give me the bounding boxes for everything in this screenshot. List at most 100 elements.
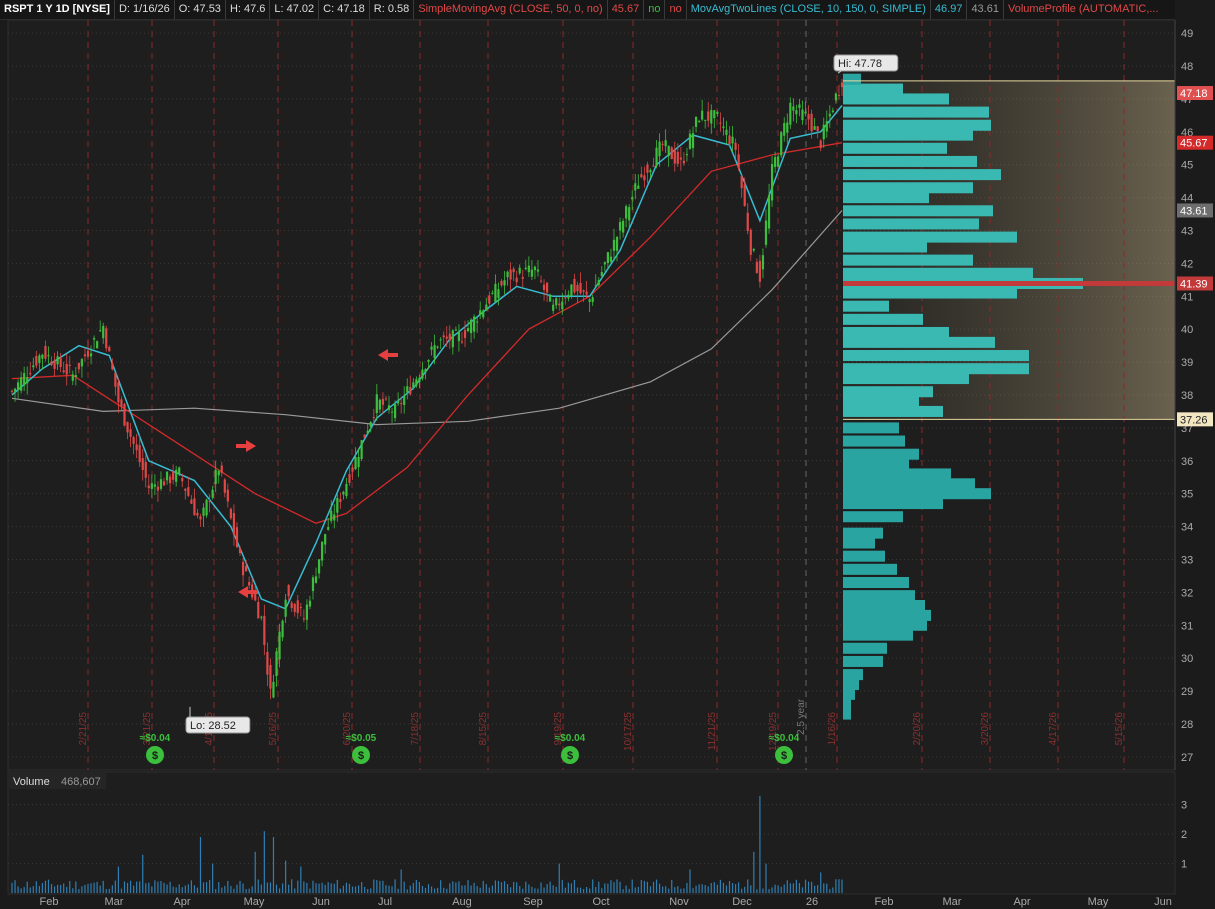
profile-bar <box>843 142 947 154</box>
profile-bar <box>843 155 977 167</box>
price-tick-label: 42 <box>1181 258 1193 270</box>
candle-body <box>293 603 296 612</box>
candle-body <box>734 142 737 150</box>
candle-body <box>378 399 381 410</box>
price-tick-label: 34 <box>1181 522 1193 534</box>
candle-body <box>545 282 549 293</box>
candle-body <box>588 299 591 302</box>
profile-bar <box>843 363 1029 375</box>
candle-body <box>86 350 90 357</box>
candle-body <box>649 170 652 173</box>
date-marker-label: 11/21/25 <box>707 712 718 751</box>
candle-body <box>704 119 707 121</box>
candle-body <box>71 374 74 381</box>
month-label: Dec <box>732 896 752 908</box>
profile-bar <box>843 600 925 612</box>
candle-body <box>828 113 831 117</box>
candle-body <box>691 133 695 149</box>
profile-bar <box>843 488 991 500</box>
price-tag-label: 43.61 <box>1180 205 1208 217</box>
profile-bar <box>843 590 915 602</box>
high-callout: Hi: 47.78 <box>838 58 882 70</box>
date-marker-label: 5/15/26 <box>1114 712 1125 746</box>
profile-bar <box>843 287 1017 299</box>
candle-body <box>20 377 23 391</box>
candle-body <box>612 239 616 251</box>
profile-bar <box>843 698 851 710</box>
candle-body <box>631 197 634 200</box>
candle-body <box>825 121 828 132</box>
candle-body <box>360 440 363 460</box>
candle-body <box>822 124 825 140</box>
month-label: 26 <box>806 896 818 908</box>
candle-body <box>342 491 345 495</box>
candle-body <box>263 615 266 646</box>
candle-body <box>476 321 479 323</box>
profile-bar <box>843 129 973 141</box>
chart-canvas[interactable]: 2/21/253/21/254/17/255/16/256/20/257/18/… <box>0 0 1215 909</box>
candle-body <box>108 347 111 352</box>
candle-body <box>698 121 701 123</box>
candle-body <box>549 295 552 302</box>
candle-body <box>418 377 421 383</box>
candle-body <box>479 310 482 315</box>
candle-body <box>229 508 233 519</box>
candle-body <box>120 399 123 407</box>
candle-body <box>755 261 758 273</box>
candle-body <box>807 114 810 120</box>
candle-body <box>162 481 166 486</box>
price-tick-label: 32 <box>1181 587 1193 599</box>
candle-body <box>685 154 689 156</box>
candle-body <box>150 483 153 489</box>
date-marker-label: 3/20/26 <box>980 712 991 746</box>
candle-body <box>248 582 251 586</box>
month-label: Feb <box>40 896 59 908</box>
candle-body <box>339 499 342 503</box>
candle-body <box>761 255 765 270</box>
candle-body <box>719 122 722 124</box>
profile-bar <box>843 405 943 417</box>
candle-body <box>524 267 527 270</box>
dividend-icon-glyph: $ <box>358 750 364 762</box>
candle-body <box>223 479 226 493</box>
candle-body <box>810 113 813 132</box>
profile-bar <box>843 218 979 230</box>
profile-bar <box>843 609 931 621</box>
candle-body <box>302 618 305 620</box>
candle-body <box>427 360 430 362</box>
poc-line <box>843 280 1175 286</box>
candle-body <box>746 212 749 231</box>
price-tick-label: 35 <box>1181 489 1193 501</box>
candle-body <box>92 338 96 340</box>
candle-body <box>503 280 506 286</box>
candle-body <box>710 109 713 124</box>
candle-body <box>299 607 302 609</box>
candle-body <box>296 600 299 613</box>
profile-bar <box>843 313 923 325</box>
profile-bar <box>843 537 875 549</box>
profile-bar <box>843 435 905 447</box>
candle-body <box>667 145 670 157</box>
candle-body <box>111 362 114 370</box>
candle-body <box>403 395 406 405</box>
candle-body <box>430 346 433 350</box>
candle-body <box>488 295 491 304</box>
candle-body <box>442 335 445 338</box>
candle-body <box>454 329 457 331</box>
candle-body <box>530 269 533 277</box>
candle-body <box>390 411 394 413</box>
price-tick-label: 28 <box>1181 719 1193 731</box>
candle-body <box>658 141 661 157</box>
candle-body <box>533 266 537 271</box>
candle-body <box>777 156 780 167</box>
candle-body <box>275 651 278 677</box>
candle-body <box>83 354 87 357</box>
candle-body <box>473 316 476 332</box>
profile-bar <box>843 468 951 480</box>
profile-bar <box>843 708 851 720</box>
candle-body <box>676 151 679 164</box>
candle-body <box>682 160 686 164</box>
month-label: Mar <box>105 896 124 908</box>
candle-body <box>752 249 755 251</box>
candle-body <box>29 372 32 375</box>
